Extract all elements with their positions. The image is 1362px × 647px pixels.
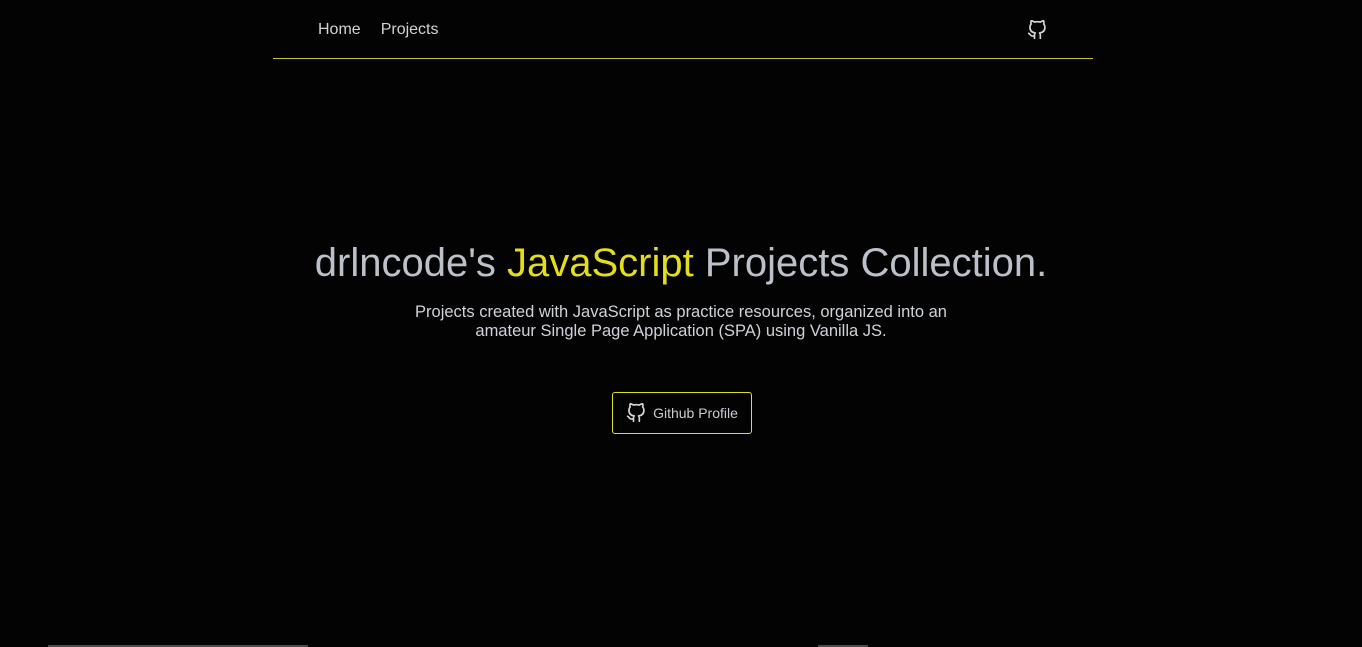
github-profile-button[interactable]: Github Profile: [612, 392, 752, 434]
github-icon: [626, 403, 646, 423]
title-accent: JavaScript: [506, 241, 694, 285]
github-icon[interactable]: [1027, 20, 1047, 40]
page: Home Projects drlncode's JavaScript Proj…: [0, 0, 1362, 647]
subtitle-line-1: Projects created with JavaScript as prac…: [415, 303, 947, 321]
nav-link-home[interactable]: Home: [318, 20, 361, 40]
navbar: Home Projects: [273, 0, 1093, 59]
nav-links: Home Projects: [318, 20, 438, 40]
subtitle-line-2: amateur Single Page Application (SPA) us…: [475, 322, 887, 340]
nav-link-projects[interactable]: Projects: [381, 20, 439, 40]
github-profile-button-label: Github Profile: [653, 405, 738, 421]
title-suffix: Projects Collection.: [693, 241, 1048, 285]
page-subtitle: Projects created with JavaScript as prac…: [381, 303, 981, 341]
page-title: drlncode's JavaScript Projects Collectio…: [0, 238, 1362, 288]
title-prefix: drlncode's: [314, 241, 507, 285]
